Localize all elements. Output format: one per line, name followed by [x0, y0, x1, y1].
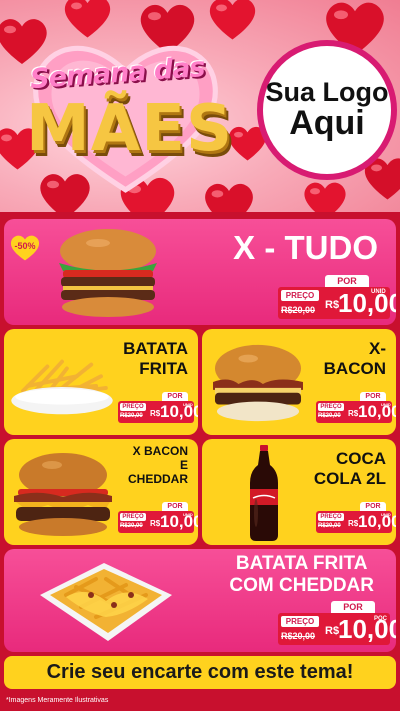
- por-label: POR: [331, 601, 375, 613]
- preco-label: PREÇO: [120, 513, 146, 521]
- currency: R$: [348, 519, 359, 528]
- preco-label: PREÇO: [281, 616, 319, 627]
- burger-icon: [206, 339, 310, 427]
- old-price: R$20,00: [120, 413, 143, 419]
- heart-balloon-icon: [300, 175, 350, 212]
- old-price: R$20,00: [318, 413, 341, 419]
- product-card-x-tudo[interactable]: X - TUDO POR PREÇO R$20,00 R$ 10,00 UNID: [4, 219, 396, 325]
- por-label: POR: [162, 392, 188, 401]
- unit-label: UNID: [381, 402, 391, 407]
- product-name: X - TUDO: [233, 229, 378, 266]
- disclaimer-text: *Imagens Meramente Ilustrativas: [6, 697, 109, 704]
- price-box: PREÇO R$20,00 R$ 10,00 POÇ: [278, 613, 396, 645]
- old-price: R$20,00: [318, 523, 341, 529]
- product-name-line: X-: [369, 339, 386, 358]
- por-label: POR: [162, 502, 188, 511]
- product-card-x-bacon-cheddar[interactable]: X BACON E CHEDDAR POR PREÇO R$20,00 R$ 1…: [4, 439, 198, 545]
- preco-label: PREÇO: [281, 290, 319, 301]
- currency: R$: [150, 409, 161, 418]
- currency: R$: [348, 409, 359, 418]
- cta-banner[interactable]: Crie seu encarte com este tema!: [4, 656, 396, 689]
- discount-badge: -50%: [8, 232, 42, 262]
- preco-label: PREÇO: [120, 403, 146, 411]
- old-price: R$20,00: [281, 305, 316, 315]
- discount-label: -50%: [14, 241, 36, 251]
- soda-bottle-icon: [244, 443, 284, 543]
- price-box: PREÇO R$20,00 R$ 10,00 UNID: [278, 287, 396, 319]
- product-card-coca-cola[interactable]: COCA COLA 2L POR PREÇO R$20,00 R$ 10,00 …: [202, 439, 396, 545]
- por-label: POR: [360, 502, 386, 511]
- product-card-x-bacon[interactable]: X- BACON POR PREÇO R$20,00 R$ 10,00 UNID: [202, 329, 396, 435]
- preco-label: PREÇO: [318, 403, 344, 411]
- product-card-batata-frita[interactable]: BATATA FRITA POR PREÇO R$20,00 R$ 10,00 …: [4, 329, 198, 435]
- unit-label: UNID: [381, 512, 391, 517]
- unit-label: UNID: [371, 289, 386, 295]
- price: 10,00: [338, 288, 396, 318]
- burger-icon: [52, 223, 164, 323]
- price-box: PREÇO R$20,00 R$ 10,00 UNID: [316, 401, 396, 423]
- product-card-batata-cheddar[interactable]: BATATA FRITA COM CHEDDAR POR PREÇO R$20,…: [4, 549, 396, 652]
- logo-line1: Sua Logo: [265, 76, 389, 107]
- product-name-line: X BACON: [132, 444, 188, 458]
- product-name-line: COLA 2L: [313, 468, 386, 488]
- fries-icon: [8, 347, 116, 425]
- por-label: POR: [325, 275, 369, 287]
- product-name: COCA COLA 2L: [314, 449, 386, 488]
- product-name-line: FRITA: [139, 358, 188, 378]
- currency: R$: [325, 625, 340, 637]
- product-name: BATATA FRITA: [123, 339, 188, 378]
- currency: R$: [150, 519, 161, 528]
- old-price: R$20,00: [281, 631, 316, 641]
- price: 10,00: [338, 614, 396, 644]
- product-name: BATATA FRITA COM CHEDDAR: [229, 553, 374, 597]
- fries-cheddar-icon: [36, 555, 176, 647]
- burger-icon: [8, 449, 118, 539]
- product-name-line: COM CHEDDAR: [229, 574, 374, 596]
- logo-line2: Aqui: [289, 104, 365, 143]
- por-label: POR: [360, 392, 386, 401]
- currency: R$: [325, 299, 340, 311]
- price-box: PREÇO R$20,00 R$ 10,00 UNID: [316, 511, 396, 533]
- unit-label: POÇ: [374, 616, 388, 622]
- product-name-line: CHEDDAR: [128, 471, 188, 486]
- product-name-line: E: [179, 457, 188, 472]
- price-box: PREÇO R$20,00 R$ 10,00 UNID: [118, 511, 198, 533]
- old-price: R$20,00: [120, 523, 143, 529]
- price-box: PREÇO R$20,00 R$ 10,00 UNID: [118, 401, 198, 423]
- title-maes: MÃES: [26, 92, 234, 166]
- product-name-line: BATATA FRITA: [235, 553, 368, 574]
- preco-label: PREÇO: [318, 513, 344, 521]
- product-name: X BACON E CHEDDAR: [128, 444, 188, 486]
- product-name-line: COCA: [335, 449, 386, 468]
- unit-label: UNID: [183, 512, 193, 517]
- product-name-line: BATATA: [123, 339, 188, 358]
- product-name-line: BACON: [323, 358, 386, 378]
- product-name: X- BACON: [324, 339, 386, 378]
- header-banner: Semana das MÃES Sua Logo Aqui: [0, 0, 400, 212]
- logo-placeholder[interactable]: Sua Logo Aqui: [257, 40, 397, 180]
- unit-label: UNID: [183, 402, 193, 407]
